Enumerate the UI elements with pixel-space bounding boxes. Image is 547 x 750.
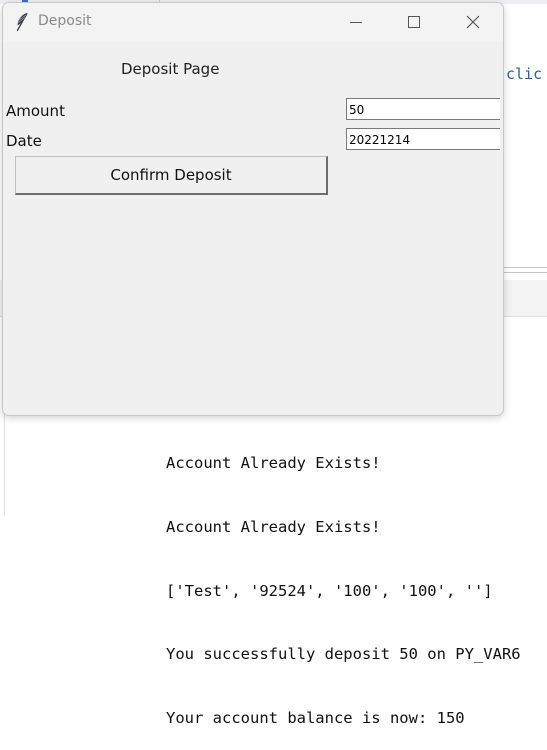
maximize-icon	[408, 16, 420, 28]
console-line: ['Test', '92524', '100', '100', '']	[166, 581, 493, 600]
date-label: Date	[6, 132, 42, 150]
editor-divider	[502, 267, 547, 268]
close-icon	[466, 15, 480, 29]
console-output: Account Already Exists! Account Already …	[166, 411, 521, 750]
editor-divider-lower	[502, 272, 547, 273]
window-title: Deposit	[38, 13, 92, 29]
confirm-deposit-button[interactable]: Confirm Deposit	[15, 156, 328, 195]
editor-code-fragment: clic	[506, 65, 543, 83]
feather-icon	[16, 12, 28, 32]
minimize-button[interactable]	[333, 3, 379, 41]
amount-input[interactable]	[346, 98, 500, 120]
page-title: Deposit Page	[121, 60, 220, 78]
title-bar[interactable]: Deposit	[3, 3, 503, 41]
console-line: Account Already Exists!	[166, 518, 381, 536]
console-line: You successfully deposit 50 on PY_VAR6	[166, 645, 521, 664]
console-line: Your account balance is now: 150	[166, 708, 465, 727]
minimize-icon	[350, 22, 362, 23]
date-input[interactable]	[346, 128, 500, 150]
deposit-window: Deposit Deposit Page Amount Date Confirm…	[2, 2, 504, 416]
close-button[interactable]	[449, 3, 495, 41]
console-line: Account Already Exists!	[166, 454, 381, 473]
amount-label: Amount	[6, 102, 65, 120]
maximize-button[interactable]	[391, 3, 437, 41]
